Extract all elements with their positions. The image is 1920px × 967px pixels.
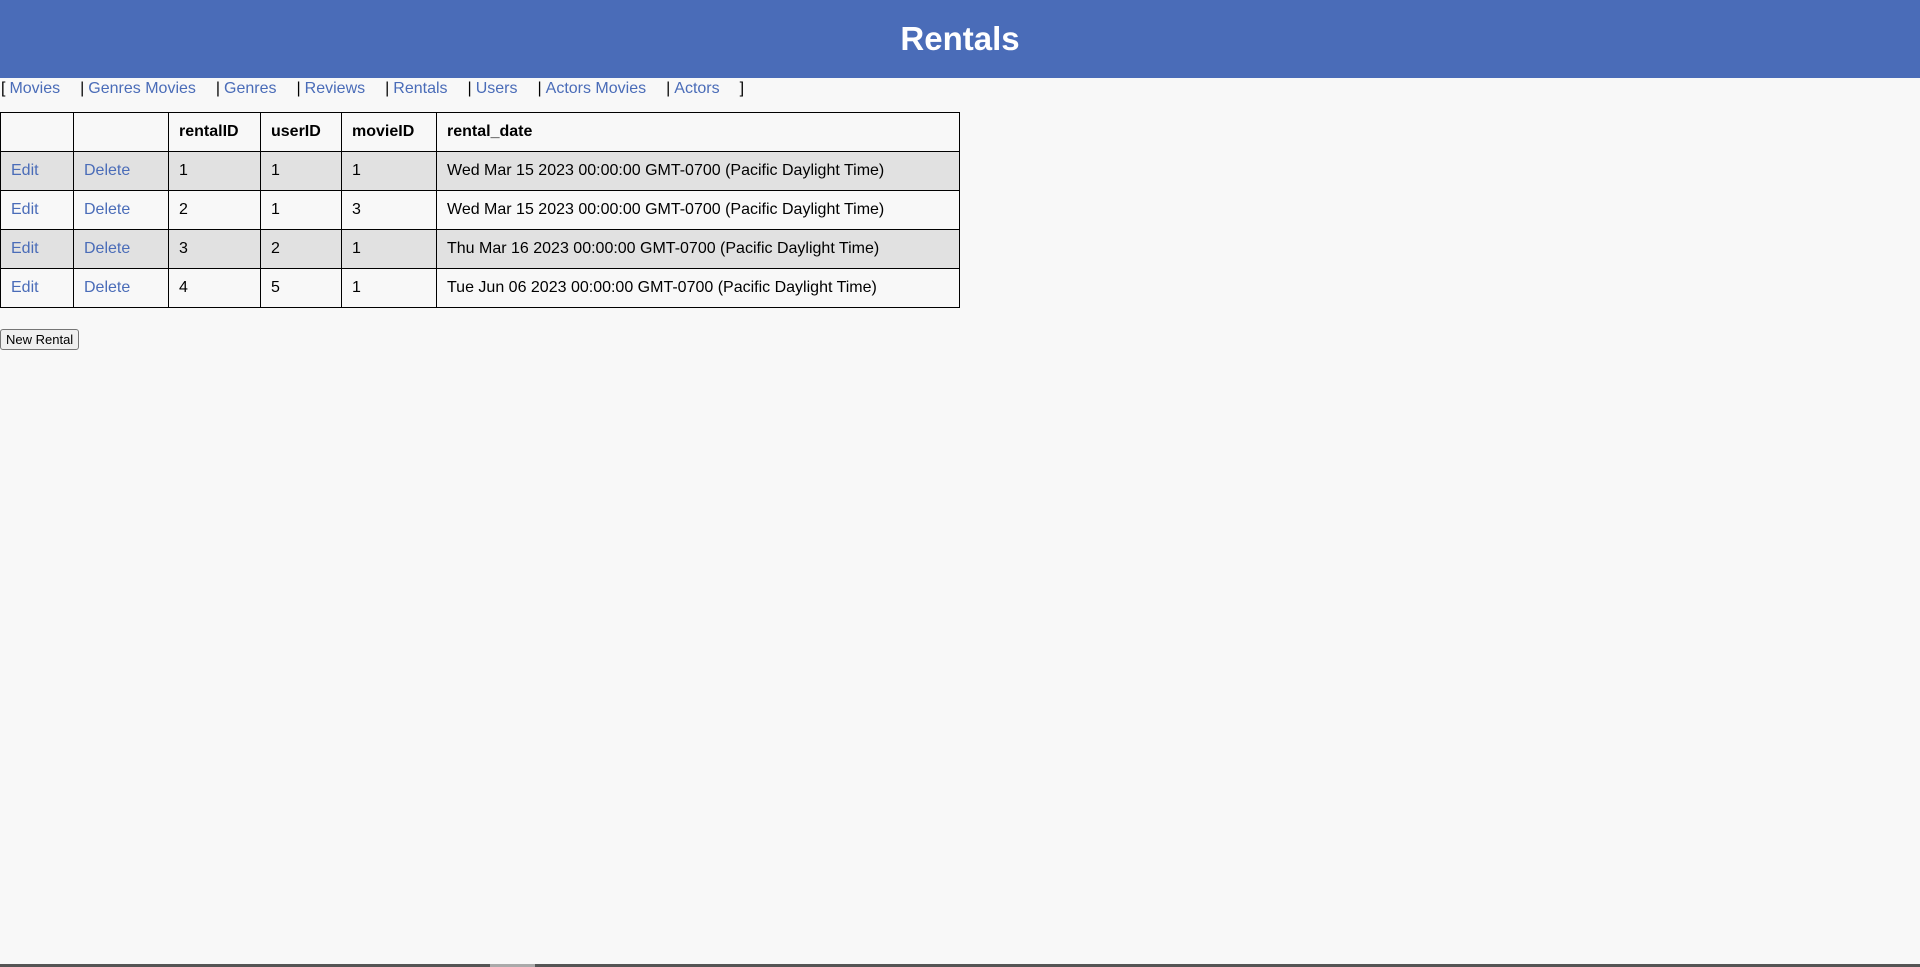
edit-link[interactable]: Edit [11,240,39,257]
nav-separator: | [666,80,671,97]
nav-separator: | [80,80,85,97]
nav-separator: | [215,80,221,97]
nav-link-rentals[interactable]: Rentals [393,80,447,98]
nav-link-movies[interactable]: Movies [9,80,60,98]
cell-movieid: 1 [341,151,437,191]
edit-link[interactable]: Edit [11,279,39,296]
column-header-rental-date: rental_date [436,112,960,152]
delete-link[interactable]: Delete [84,279,130,296]
nav-link-reviews[interactable]: Reviews [305,80,365,98]
cell-rental-date: Wed Mar 15 2023 00:00:00 GMT-0700 (Pacif… [436,190,960,230]
cell-rental-date: Wed Mar 15 2023 00:00:00 GMT-0700 (Pacif… [436,151,960,191]
nav-link-users[interactable]: Users [476,80,518,98]
cell-rental-date: Tue Jun 06 2023 00:00:00 GMT-0700 (Pacif… [436,268,960,308]
new-rental-button[interactable]: New Rental [0,329,80,350]
page-header: Rentals [0,0,1920,78]
nav-separator: | [385,80,390,97]
edit-link[interactable]: Edit [11,201,39,218]
nav-separator: | [296,80,301,97]
nav-link-genres[interactable]: Genres [224,80,276,98]
cell-userid: 5 [260,268,342,308]
nav-link-actors-movies[interactable]: Actors Movies [546,80,646,98]
cell-rentalid: 3 [168,229,261,269]
cell-userid: 1 [260,151,342,191]
delete-link[interactable]: Delete [84,162,130,179]
nav-separator: | [467,80,472,97]
delete-link[interactable]: Delete [84,240,130,257]
table-header-row: rentalID userID movieID rental_date [0,112,960,152]
cell-userid: 2 [260,229,342,269]
nav-close-bracket: ] [739,80,745,97]
column-header-rentalid: rentalID [168,112,261,152]
cell-rental-date: Thu Mar 16 2023 00:00:00 GMT-0700 (Pacif… [436,229,960,269]
page-title: Rentals [900,20,1020,57]
rentals-table: rentalID userID movieID rental_date Edit… [0,112,960,308]
nav-link-actors[interactable]: Actors [674,80,719,98]
nav-link-genres-movies[interactable]: Genres Movies [88,80,196,98]
delete-link[interactable]: Delete [84,201,130,218]
table-row: Edit Delete 1 1 1 Wed Mar 15 2023 00:00:… [0,151,960,191]
table-row: Edit Delete 4 5 1 Tue Jun 06 2023 00:00:… [0,268,960,308]
column-header-edit [0,112,74,152]
cell-rentalid: 2 [168,190,261,230]
cell-rentalid: 1 [168,151,261,191]
cell-rentalid: 4 [168,268,261,308]
cell-movieid: 1 [341,229,437,269]
table-row: Edit Delete 3 2 1 Thu Mar 16 2023 00:00:… [0,229,960,269]
edit-link[interactable]: Edit [11,162,39,179]
column-header-userid: userID [260,112,342,152]
cell-movieid: 3 [341,190,437,230]
cell-movieid: 1 [341,268,437,308]
nav-bar: [ Movies | Genres Movies | Genres | Revi… [0,79,1920,99]
column-header-delete [73,112,169,152]
nav-open-bracket: [ [1,80,6,97]
column-header-movieid: movieID [341,112,437,152]
cell-userid: 1 [260,190,342,230]
table-row: Edit Delete 2 1 3 Wed Mar 15 2023 00:00:… [0,190,960,230]
nav-separator: | [537,80,542,97]
